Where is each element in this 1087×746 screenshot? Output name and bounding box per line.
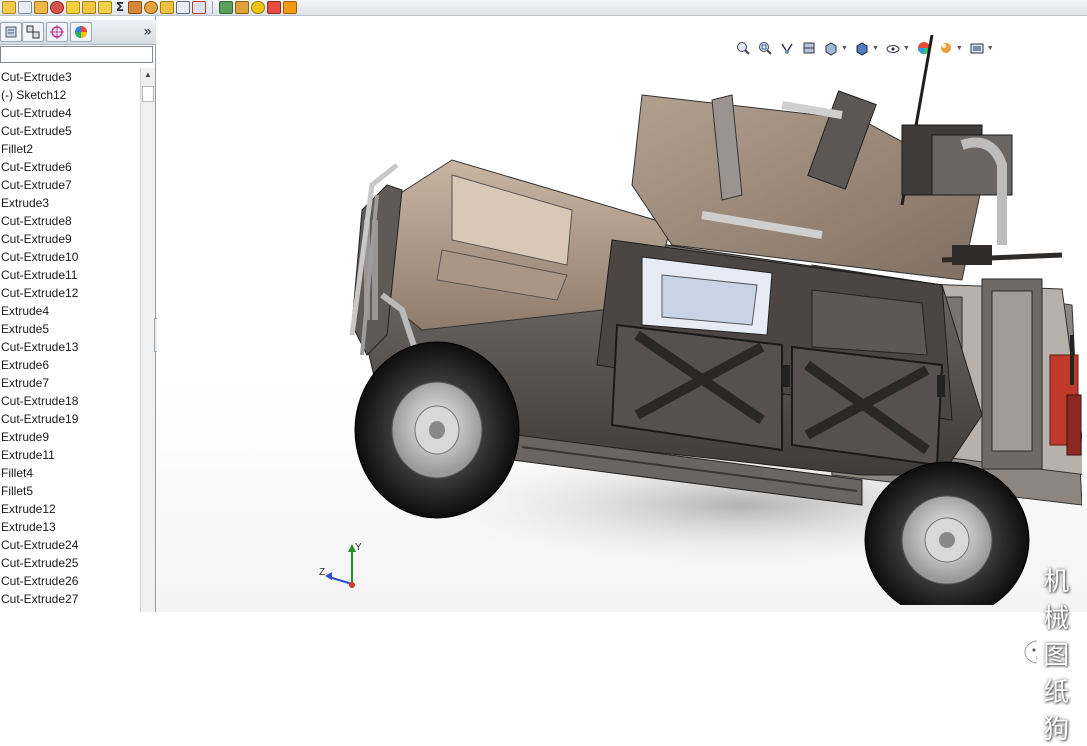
property-manager-tab[interactable] [22, 22, 44, 42]
tree-item[interactable]: Extrude4 [0, 302, 140, 320]
tree-item[interactable]: Extrude11 [0, 446, 140, 464]
tree-item[interactable]: Cut-Extrude9 [0, 230, 140, 248]
tree-item[interactable]: Cut-Extrude5 [0, 122, 140, 140]
scroll-thumb[interactable] [142, 86, 154, 102]
feature-manager-tab[interactable] [0, 22, 22, 42]
tree-item[interactable]: Cut-Extrude4 [0, 104, 140, 122]
graphics-area[interactable]: ▼ ▼ ▼ ▼ ▼ [157, 17, 1087, 612]
tree-item[interactable]: Cut-Extrude27 [0, 590, 140, 608]
coordinate-triad: Y Z [317, 539, 377, 599]
tree-filter-input[interactable] [0, 46, 153, 63]
panel-tabs: » [0, 20, 156, 45]
wechat-icon [1023, 638, 1037, 670]
rebuild-icon[interactable] [82, 1, 96, 14]
tree-item[interactable]: Extrude5 [0, 320, 140, 338]
sketch-icon[interactable] [2, 1, 16, 14]
tree-item[interactable]: Extrude9 [0, 428, 140, 446]
reference-icon[interactable] [192, 1, 206, 14]
property-icon [26, 25, 40, 39]
tree-scrollbar[interactable]: ▲ [140, 68, 155, 612]
sigma-icon[interactable]: Σ [114, 1, 126, 14]
tree-item[interactable]: Cut-Extrude11 [0, 266, 140, 284]
scroll-up-arrow-icon[interactable]: ▲ [141, 68, 155, 82]
panel-expand-button[interactable]: » [143, 24, 152, 40]
command-toolbar: Σ [0, 0, 1087, 16]
toolbar-separator [212, 1, 213, 14]
feature-manager-panel: » Cut-Extrude3(-) Sketch12Cut-Extrude4Cu… [0, 16, 156, 612]
tree-item[interactable]: Extrude13 [0, 518, 140, 536]
edit-appearance-icon[interactable] [235, 1, 249, 14]
tree-item[interactable]: Cut-Extrude12 [0, 284, 140, 302]
tree-item[interactable]: Cut-Extrude18 [0, 392, 140, 410]
tree-item[interactable]: Extrude6 [0, 356, 140, 374]
tree-item[interactable]: Cut-Extrude10 [0, 248, 140, 266]
scene-icon[interactable] [251, 1, 265, 14]
tree-item[interactable]: Cut-Extrude24 [0, 536, 140, 554]
tree-item[interactable]: Cut-Extrude8 [0, 212, 140, 230]
weld-icon[interactable] [128, 1, 142, 14]
smart-dimension-icon[interactable] [18, 1, 32, 14]
photoview-icon[interactable] [283, 1, 297, 14]
triad-z-label: Z [319, 567, 325, 578]
realview-icon[interactable] [267, 1, 281, 14]
options-icon[interactable] [98, 1, 112, 14]
tree-item[interactable]: (-) Sketch12 [0, 86, 140, 104]
tree-item[interactable]: Fillet5 [0, 482, 140, 500]
crosshair-icon [49, 24, 65, 40]
vehicle-model[interactable] [342, 35, 1082, 605]
watermark: 机械图纸狗 [1023, 561, 1087, 746]
tree-item[interactable]: Cut-Extrude6 [0, 158, 140, 176]
measure-icon[interactable] [144, 1, 158, 14]
configuration-manager-tab[interactable] [46, 22, 68, 42]
check-icon[interactable] [66, 1, 80, 14]
tree-item[interactable]: Fillet4 [0, 464, 140, 482]
select-icon[interactable] [176, 1, 190, 14]
triad-y-label: Y [355, 542, 362, 553]
tree-item[interactable]: Cut-Extrude13 [0, 338, 140, 356]
front-wheel [355, 342, 519, 518]
feature-tree-icon [4, 25, 18, 39]
tree-item[interactable]: Cut-Extrude19 [0, 410, 140, 428]
tree-item[interactable]: Cut-Extrude25 [0, 554, 140, 572]
tree-item[interactable]: Cut-Extrude7 [0, 176, 140, 194]
display-manager-tab[interactable] [70, 22, 92, 42]
tree-item[interactable]: Cut-Extrude3 [0, 68, 140, 86]
color-wheel-icon [73, 24, 89, 40]
tree-item[interactable]: Extrude12 [0, 500, 140, 518]
pattern-icon[interactable] [219, 1, 233, 14]
tree-item[interactable]: Extrude3 [0, 194, 140, 212]
extrude-icon[interactable] [34, 1, 48, 14]
feature-tree: Cut-Extrude3(-) Sketch12Cut-Extrude4Cut-… [0, 68, 140, 612]
tree-item[interactable]: Fillet2 [0, 140, 140, 158]
section-icon[interactable] [160, 1, 174, 14]
tree-item[interactable]: Cut-Extrude26 [0, 572, 140, 590]
watermark-text: 机械图纸狗 [1043, 561, 1087, 746]
tree-item[interactable]: Extrude7 [0, 374, 140, 392]
revolve-icon[interactable] [50, 1, 64, 14]
